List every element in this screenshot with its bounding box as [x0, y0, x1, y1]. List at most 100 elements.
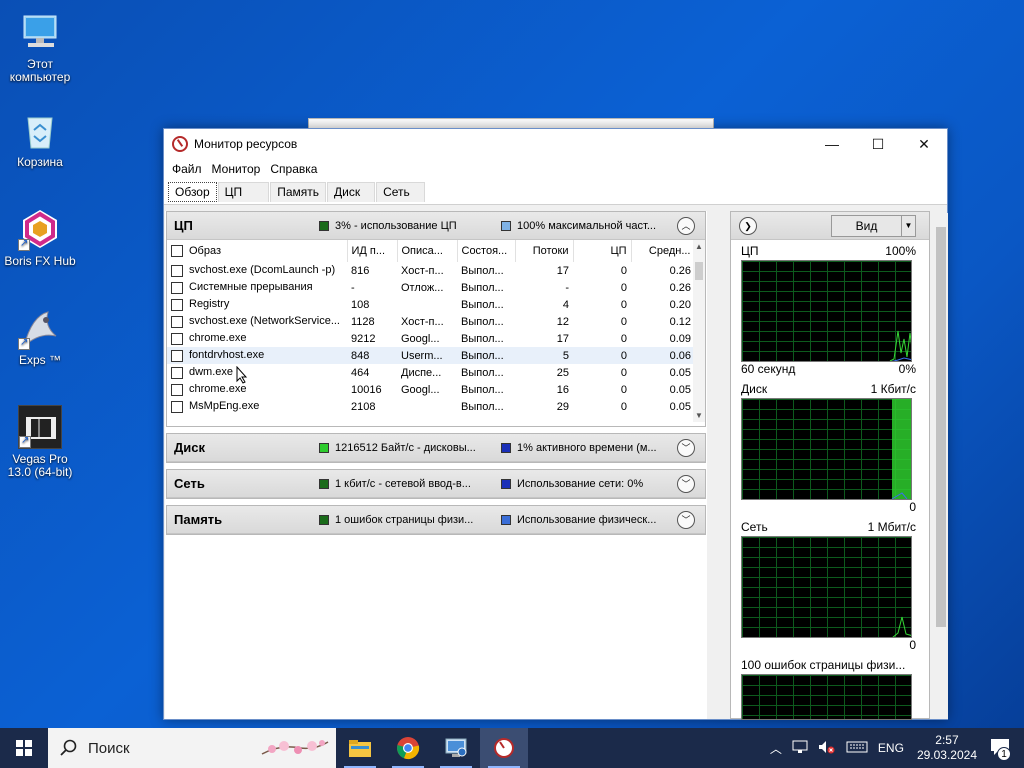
- graph-max: 1 Кбит/с: [870, 382, 916, 396]
- table-row[interactable]: chrome.exe 9212 Googl... Выпол... 17 0 0.09: [167, 330, 695, 347]
- table-row[interactable]: svchost.exe (NetworkService... 1128 Хост-п…: [167, 313, 695, 330]
- section-title: ЦП: [174, 218, 193, 233]
- process-table-scrollbar[interactable]: ▲ ▼: [693, 240, 705, 422]
- dropdown-arrow-icon: ▼: [901, 216, 915, 236]
- tab-disk[interactable]: Диск: [326, 182, 376, 202]
- cell-desc: Googl...: [401, 332, 440, 345]
- process-name: fontdrvhost.exe: [189, 349, 265, 362]
- scroll-thumb[interactable]: [695, 262, 703, 280]
- tab-memory[interactable]: Память: [270, 182, 326, 202]
- collapse-graphs-button[interactable]: ❯: [739, 217, 757, 235]
- cell-pid: 848: [347, 347, 397, 364]
- scroll-thumb[interactable]: [936, 227, 946, 627]
- collapse-button[interactable]: ︿: [677, 216, 695, 235]
- file-explorer-icon: [349, 740, 371, 757]
- menu-bar: Файл Монитор Справка: [164, 159, 947, 179]
- table-row[interactable]: Registry 108 Выпол... 4 0 0.20: [167, 296, 695, 313]
- process-name: dwm.exe: [189, 366, 234, 379]
- minimize-button[interactable]: —: [809, 129, 855, 159]
- taskbar-search[interactable]: Поиск: [48, 728, 336, 768]
- expand-button[interactable]: ﹀: [677, 438, 695, 457]
- net-io-text: 1 кбит/с - сетевой ввод-в...: [335, 477, 471, 490]
- action-center-button[interactable]: 1: [990, 738, 1011, 761]
- menu-monitor[interactable]: Монитор: [208, 162, 265, 176]
- menu-file[interactable]: Файл: [168, 162, 206, 176]
- table-row[interactable]: Системные прерывания - Отлож... Выпол... - 0 0…: [167, 279, 695, 296]
- scroll-up-icon[interactable]: ▲: [695, 242, 703, 251]
- col-threads[interactable]: Потоки: [515, 240, 574, 262]
- close-button[interactable]: ✕: [901, 129, 947, 159]
- row-checkbox[interactable]: [171, 383, 183, 396]
- col-image[interactable]: Образ: [167, 240, 348, 262]
- desktop-icon-label: Этот компьютер: [9, 57, 71, 84]
- cell-state: Выпол...: [461, 315, 504, 328]
- legend-swatch: [501, 442, 511, 453]
- row-checkbox[interactable]: [171, 315, 183, 328]
- volume-muted-icon[interactable]: [818, 740, 836, 757]
- desktop-icon-recycle-bin[interactable]: Корзина: [2, 108, 78, 169]
- language-indicator[interactable]: ENG: [878, 741, 904, 755]
- left-pane-scrollbar[interactable]: [712, 213, 724, 719]
- cell-state: Выпол...: [461, 332, 504, 345]
- recycle-bin-icon: [18, 108, 62, 152]
- cpu-freq-text: 100% максимальной част...: [517, 219, 657, 232]
- cell-avg: 0.26: [669, 264, 691, 277]
- table-row[interactable]: svchost.exe (DcomLaunch -p) 816 Хост-п... В…: [167, 262, 695, 279]
- taskbar-file-explorer[interactable]: [336, 728, 384, 768]
- expand-button[interactable]: ﹀: [677, 474, 695, 493]
- table-row[interactable]: MsMpEng.exe 2108 Выпол... 29 0 0.05: [167, 398, 695, 415]
- resource-monitor-icon: [494, 738, 514, 758]
- desktop-icon-boris-fx[interactable]: Boris FX Hub: [2, 207, 78, 268]
- select-all-checkbox[interactable]: [171, 245, 183, 258]
- cell-avg: 0.20: [669, 298, 691, 311]
- maximize-button[interactable]: ☐: [855, 129, 901, 159]
- row-checkbox[interactable]: [171, 298, 183, 311]
- col-cpu[interactable]: ЦП: [573, 240, 632, 262]
- table-row[interactable]: fontdrvhost.exe 848 Userm... Выпол... 5 0 0.06: [167, 347, 695, 364]
- taskbar-control-panel[interactable]: [432, 728, 480, 768]
- process-name: chrome.exe: [189, 383, 247, 396]
- col-avg-cpu[interactable]: Средн...: [631, 240, 696, 262]
- desktop-icon-this-pc[interactable]: Этот компьютер: [2, 10, 78, 84]
- row-checkbox[interactable]: [171, 400, 183, 413]
- menu-help[interactable]: Справка: [266, 162, 321, 176]
- title-bar[interactable]: Монитор ресурсов — ☐ ✕: [164, 129, 947, 159]
- cell-avg: 0.12: [669, 315, 691, 328]
- cell-avg: 0.05: [669, 400, 691, 413]
- graphs-scrollbar[interactable]: [934, 213, 948, 719]
- expand-button[interactable]: ﹀: [677, 510, 695, 529]
- taskbar-chrome[interactable]: [384, 728, 432, 768]
- memory-section-header[interactable]: Память 1 ошибок страницы физи... Использ…: [167, 506, 705, 534]
- cell-cpu: 0: [620, 281, 627, 294]
- col-pid[interactable]: ИД п...: [347, 240, 398, 262]
- network-icon[interactable]: [792, 740, 808, 757]
- tab-overview[interactable]: Обзор: [168, 182, 217, 202]
- network-section-header[interactable]: Сеть 1 кбит/с - сетевой ввод-в... Исполь…: [167, 470, 705, 498]
- col-state[interactable]: Состоя...: [457, 240, 516, 262]
- tab-network[interactable]: Сеть: [376, 182, 425, 202]
- row-checkbox[interactable]: [171, 332, 183, 345]
- mem-faults-indicator: 1 ошибок страницы физи...: [319, 514, 473, 526]
- row-checkbox[interactable]: [171, 366, 183, 379]
- col-desc[interactable]: Описа...: [397, 240, 458, 262]
- desktop-icon-exps[interactable]: Exps ™: [2, 306, 78, 367]
- disk-section-header[interactable]: Диск 1216512 Байт/с - дисковы... 1% акти…: [167, 434, 705, 462]
- row-checkbox[interactable]: [171, 281, 183, 294]
- cell-threads: -: [565, 281, 569, 294]
- row-checkbox[interactable]: [171, 264, 183, 277]
- tab-cpu[interactable]: ЦП: [217, 182, 270, 202]
- taskbar-resource-monitor[interactable]: [480, 728, 528, 768]
- desktop-icon-vegas-pro[interactable]: Vegas Pro 13.0 (64-bit): [2, 405, 78, 479]
- show-hidden-icons-icon[interactable]: ︿: [770, 740, 782, 757]
- start-button[interactable]: [0, 728, 48, 768]
- taskbar-clock[interactable]: 2:57 29.03.2024: [917, 733, 977, 763]
- view-dropdown[interactable]: Вид ▼: [831, 215, 916, 237]
- touch-keyboard-icon[interactable]: [846, 741, 868, 756]
- scroll-down-icon[interactable]: ▼: [695, 411, 703, 420]
- cpu-graph: [741, 260, 912, 362]
- shortcut-arrow-icon: [18, 237, 30, 251]
- cpu-section-header[interactable]: ЦП 3% - использование ЦП 100% максимальн…: [167, 212, 705, 240]
- cell-image: MsMpEng.exe: [167, 398, 347, 415]
- row-checkbox[interactable]: [171, 349, 183, 362]
- desktop-icon-label: Vegas Pro 13.0 (64-bit): [7, 452, 73, 479]
